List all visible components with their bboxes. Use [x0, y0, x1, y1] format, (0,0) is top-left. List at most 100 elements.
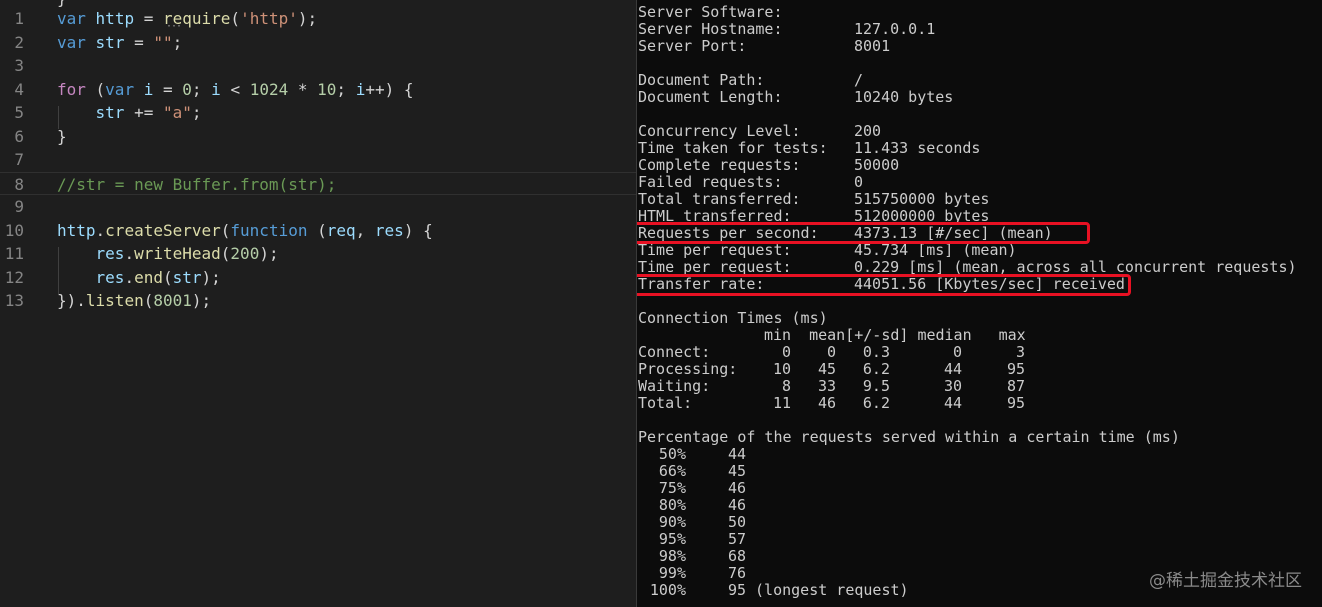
header-mean-sd: mean[+/-sd] — [809, 326, 909, 344]
code-token: ( — [220, 220, 231, 240]
summary-value: 11.433 seconds — [854, 139, 981, 157]
percentile: 100% — [649, 581, 686, 599]
code-line[interactable]: 2 var str = ""; — [0, 31, 636, 55]
connection-times-title: Connection Times (ms) — [638, 309, 828, 327]
connection-median: 44 — [943, 360, 962, 378]
highlight-requests-per-second — [637, 222, 1090, 244]
line-number: 3 — [14, 56, 24, 75]
connection-row: Processing: 10 45 6.2 44 95 — [638, 361, 1025, 378]
code-token: . — [124, 244, 135, 263]
percentile: 50% — [658, 445, 686, 463]
line-number: 7 — [14, 150, 24, 169]
summary-line: Server Software: — [638, 4, 854, 21]
code-text: //str = new Buffer.from(str); — [57, 173, 336, 197]
terminal-output[interactable]: Server Software: Server Hostname: 127.0.0.… — [637, 0, 1322, 607]
percentile: 80% — [658, 496, 686, 514]
connection-label: Total: — [638, 394, 693, 412]
code-line[interactable]: 11 res.writeHead(200); — [0, 242, 636, 266]
percentile-note: (longest request) — [746, 581, 909, 599]
connection-sd: 6.2 — [862, 394, 890, 412]
code-token: += — [124, 103, 163, 122]
summary-line: Total transferred: 515750000 bytes — [638, 191, 989, 208]
connection-row: Connect: 0 0 0.3 0 3 — [638, 344, 1025, 361]
connection-min: 10 — [772, 360, 791, 378]
code-line[interactable]: 13}).listen(8001); — [0, 289, 636, 313]
summary-label: Document Path: — [638, 71, 765, 89]
code-line[interactable]: 9 — [0, 195, 636, 219]
code-line[interactable]: 7 — [0, 148, 636, 172]
summary-line — [638, 55, 854, 72]
connection-sd: 0.3 — [862, 343, 890, 361]
code-token: 0 — [182, 79, 192, 99]
code-token: ( — [307, 220, 327, 240]
percentage-title: Percentage of the requests served within… — [638, 428, 1180, 446]
code-token: res — [374, 220, 404, 240]
summary-line — [638, 106, 854, 123]
percentage-row: 75% 46 — [638, 480, 746, 497]
code-line[interactable]: 10 http.createServer(function (req, res) … — [0, 219, 636, 243]
connection-max: 95 — [1006, 394, 1025, 412]
summary-label: Total transferred: — [638, 190, 801, 208]
percentile-ms: 45 — [727, 462, 746, 480]
summary-value: 127.0.0.1 — [854, 20, 936, 38]
connection-median: 30 — [943, 377, 962, 395]
summary-value: / — [854, 71, 864, 89]
code-token: res — [95, 267, 125, 287]
code-token: ; — [336, 79, 356, 99]
summary-value: 200 — [854, 122, 882, 140]
code-token: ; — [172, 32, 183, 52]
connection-mean: 33 — [817, 377, 836, 395]
code-token: ); — [191, 291, 212, 310]
code-line[interactable]: 4 for (var i = 0; i < 1024 * 10; i++) { — [0, 78, 636, 102]
code-token: ); — [297, 9, 318, 28]
percentile-ms: 46 — [727, 496, 746, 514]
line-number: 8 — [14, 174, 24, 194]
connection-label: Connect: — [638, 343, 711, 361]
code-token: for — [57, 79, 86, 99]
code-token: var — [57, 32, 86, 52]
code-line[interactable]: 3 — [0, 54, 636, 78]
summary-value: 515750000 bytes — [854, 190, 990, 208]
code-text: res.writeHead(200); — [57, 242, 279, 266]
summary-line: Document Path: / — [638, 72, 863, 89]
code-line[interactable]: 8 //str = new Buffer.from(str); — [0, 171, 636, 197]
code-token: , — [355, 220, 375, 240]
summary-line: Time taken for tests: 11.433 seconds — [638, 140, 980, 157]
indent-guide — [58, 106, 59, 129]
summary-line: Concurrency Level: 200 — [638, 123, 881, 140]
percentage-row: 95% 57 — [638, 531, 746, 548]
code-token: 8001 — [153, 291, 192, 310]
percentage-row: 98% 68 — [638, 548, 746, 565]
code-line[interactable]: 5 str += "a"; — [0, 101, 636, 125]
header-median: median — [917, 326, 972, 344]
summary-value: 0 — [854, 173, 864, 191]
code-token: ( — [143, 291, 154, 310]
code-line[interactable]: 12 res.end(str); — [0, 266, 636, 290]
summary-label: Server Software: — [638, 3, 783, 21]
percentage-row: 100% 95 (longest request) — [638, 582, 909, 599]
connection-max: 95 — [1006, 360, 1025, 378]
summary-label: Document Length: — [638, 88, 783, 106]
code-token: "" — [153, 32, 173, 52]
code-token: ); — [201, 267, 221, 287]
connection-label: Processing: — [638, 360, 738, 378]
code-editor[interactable]: } ~~ 1 var http = require('http'); 2 var st… — [0, 0, 636, 607]
code-token: = — [134, 9, 163, 28]
code-token: . — [95, 220, 106, 240]
line-number: 2 — [14, 32, 24, 52]
code-token: var — [105, 79, 135, 99]
code-token: createServer — [105, 220, 221, 240]
partial-top-line: } ~~ — [57, 0, 96, 7]
percentile-ms: 44 — [727, 445, 746, 463]
connection-label: Waiting: — [638, 377, 711, 395]
code-line[interactable]: 1 var http = require('http'); — [0, 7, 636, 31]
code-line[interactable]: 6} — [0, 125, 636, 149]
code-token: ( — [220, 244, 231, 263]
summary-label: Complete requests: — [638, 156, 801, 174]
summary-label: Time per request: — [638, 241, 792, 259]
code-token: = — [124, 32, 154, 52]
code-token: i — [355, 79, 366, 99]
code-token: } — [57, 126, 67, 146]
